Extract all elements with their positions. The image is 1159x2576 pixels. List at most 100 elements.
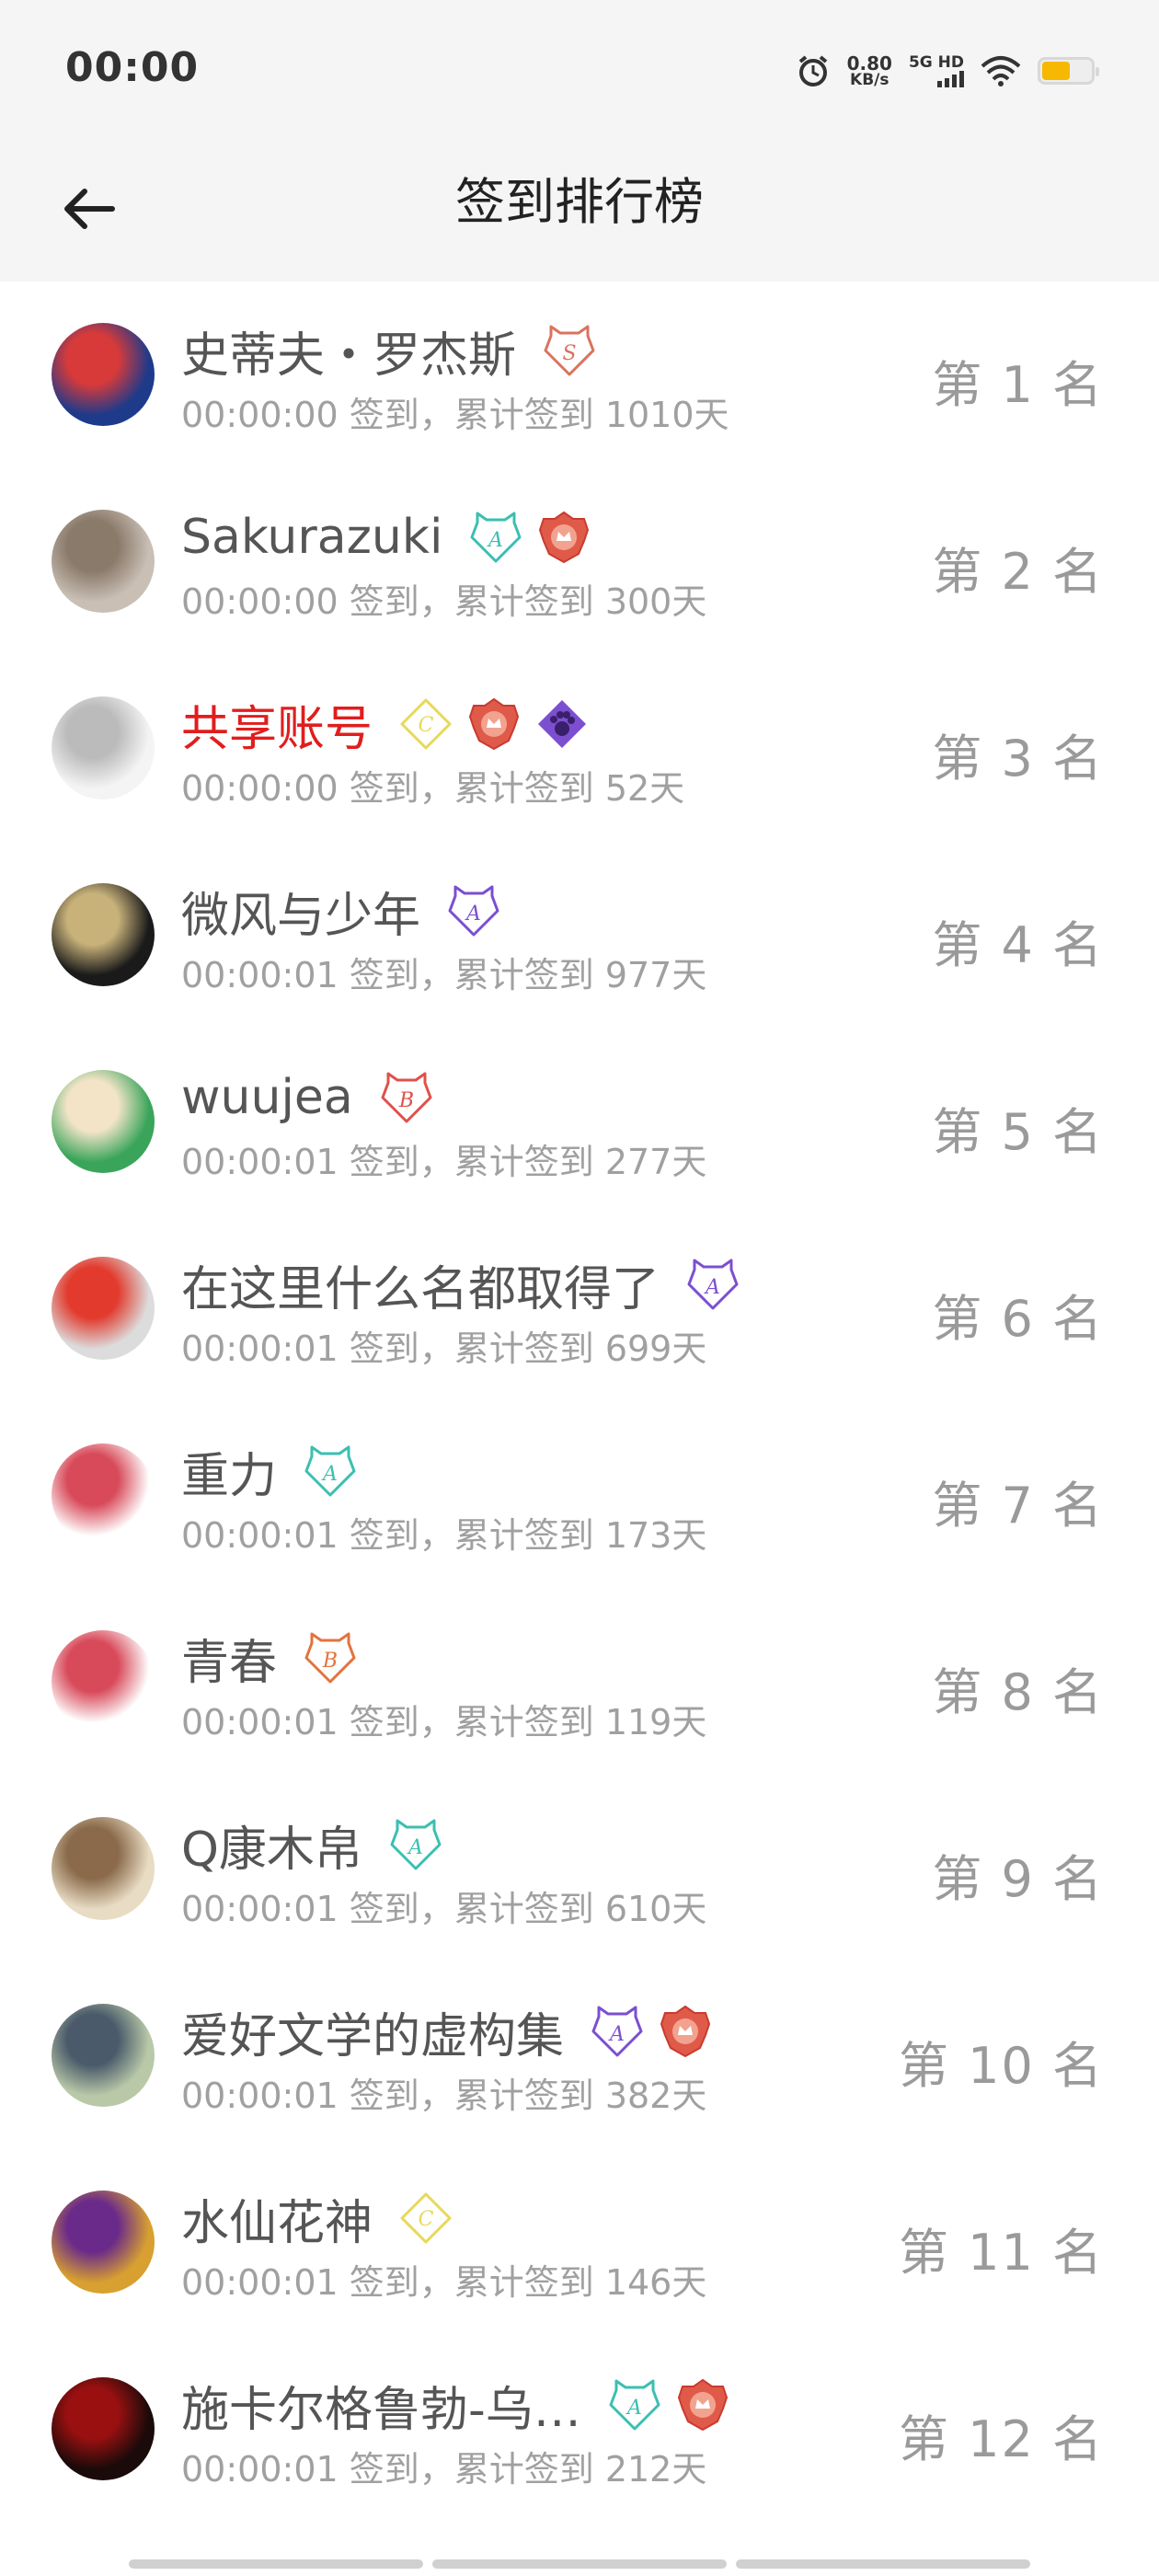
name-line: 重力 A xyxy=(181,1437,358,1506)
user-name[interactable]: 史蒂夫・罗杰斯 xyxy=(181,316,516,385)
avatar[interactable] xyxy=(52,1070,155,1173)
user-name[interactable]: 在这里什么名都取得了 xyxy=(181,1250,660,1319)
name-line: wuujea B xyxy=(181,1065,434,1130)
user-name[interactable]: Q康木帛 xyxy=(181,1811,362,1880)
network-indicator: 5G HD xyxy=(909,54,964,87)
name-line: 史蒂夫・罗杰斯 S xyxy=(181,316,597,385)
avatar[interactable] xyxy=(52,1443,155,1547)
crown-medal-icon xyxy=(468,697,520,751)
avatar[interactable] xyxy=(52,883,155,986)
rank-label: 第 10 名 xyxy=(898,2037,1104,2095)
wifi-icon xyxy=(981,56,1021,86)
level-a-badge-icon: A xyxy=(470,512,522,563)
user-name[interactable]: 微风与少年 xyxy=(181,877,420,946)
badge-group: S xyxy=(542,323,597,378)
status-time: 00:00 xyxy=(65,44,200,91)
checkin-info: 00:00:01 签到，累计签到 382天 xyxy=(181,2076,707,2116)
name-line: Q康木帛 A xyxy=(181,1811,443,1880)
name-line: 水仙花神 C xyxy=(181,2184,453,2253)
badge-group: B xyxy=(303,1630,358,1685)
ranking-row[interactable]: 微风与少年 A 00:00:01 签到，累计签到 977天 第 4 名 xyxy=(0,842,1159,1029)
checkin-info: 00:00:00 签到，累计签到 52天 xyxy=(181,768,685,809)
name-line: 共享账号 C xyxy=(181,690,590,759)
svg-text:A: A xyxy=(625,2397,642,2420)
ranking-row[interactable]: wuujea B 00:00:01 签到，累计签到 277天 第 5 名 xyxy=(0,1029,1159,1215)
avatar[interactable] xyxy=(52,2191,155,2294)
rank-label: 第 6 名 xyxy=(932,1290,1104,1348)
crown-medal-icon xyxy=(660,2005,711,2058)
avatar[interactable] xyxy=(52,510,155,613)
system-icons: 0.80 KB/s 5G HD xyxy=(796,48,1099,94)
alarm-icon xyxy=(798,55,827,86)
status-bar: 00:00 0.80 KB/s 5G HD xyxy=(0,0,1159,142)
checkin-info: 00:00:01 签到，累计签到 277天 xyxy=(181,1142,707,1182)
avatar[interactable] xyxy=(52,2004,155,2107)
rank-label: 第 12 名 xyxy=(898,2410,1104,2468)
ranking-row[interactable]: 共享账号 C 00:00:00 签到，累计签到 52天 第 3 名 xyxy=(0,655,1159,842)
ranking-row[interactable]: Sakurazuki A 00:00:00 签到，累计签到 300天 第 2 名 xyxy=(0,468,1159,655)
badge-group: A xyxy=(607,2377,730,2432)
speed-value: 0.80 xyxy=(846,52,892,75)
svg-text:A: A xyxy=(487,529,503,552)
user-name[interactable]: 青春 xyxy=(181,1624,277,1693)
ranking-list: 史蒂夫・罗杰斯 S 00:00:00 签到，累计签到 1010天 第 1 名 Saku… xyxy=(0,282,1159,2523)
rank-label: 第 5 名 xyxy=(932,1103,1104,1161)
checkin-info: 00:00:00 签到，累计签到 1010天 xyxy=(181,395,729,435)
avatar[interactable] xyxy=(52,696,155,799)
avatar[interactable] xyxy=(52,1257,155,1360)
user-name[interactable]: wuujea xyxy=(181,1070,353,1125)
ranking-row[interactable]: 重力 A 00:00:01 签到，累计签到 173天 第 7 名 xyxy=(0,1402,1159,1589)
user-name[interactable]: 水仙花神 xyxy=(181,2184,373,2253)
rank-label: 第 7 名 xyxy=(932,1477,1104,1535)
checkin-info: 00:00:01 签到，累计签到 977天 xyxy=(181,955,707,995)
svg-text:A: A xyxy=(321,1463,338,1486)
user-name[interactable]: 爱好文学的虚构集 xyxy=(181,1997,564,2066)
svg-text:A: A xyxy=(704,1276,720,1299)
user-name[interactable]: 重力 xyxy=(181,1437,277,1506)
svg-text:S: S xyxy=(562,342,576,365)
ranking-row[interactable]: Q康木帛 A 00:00:01 签到，累计签到 610天 第 9 名 xyxy=(0,1776,1159,1962)
badge-group: A xyxy=(685,1257,740,1312)
level-a-badge-icon: A xyxy=(448,885,499,937)
checkin-info: 00:00:00 签到，累计签到 300天 xyxy=(181,581,707,622)
user-name[interactable]: Sakurazuki xyxy=(181,510,442,565)
user-name[interactable]: 施卡尔格鲁勃-乌… xyxy=(181,2371,581,2440)
rank-label: 第 4 名 xyxy=(932,916,1104,974)
ranking-row[interactable]: 在这里什么名都取得了 A 00:00:01 签到，累计签到 699天 第 6 名 xyxy=(0,1215,1159,1402)
ranking-row[interactable]: 施卡尔格鲁勃-乌… A 00:00:01 签到，累计签到 212天 第 12 名 xyxy=(0,2336,1159,2523)
badge-group: A xyxy=(303,1443,358,1499)
crown-medal-icon xyxy=(539,511,590,564)
avatar[interactable] xyxy=(52,2377,155,2480)
badge-group: B xyxy=(379,1070,434,1125)
avatar[interactable] xyxy=(52,323,155,426)
rank-label: 第 9 名 xyxy=(932,1850,1104,1908)
level-b-badge-icon: B xyxy=(381,1072,432,1123)
badge-group: A xyxy=(446,883,501,938)
ranking-row[interactable]: 爱好文学的虚构集 A 00:00:01 签到，累计签到 382天 第 10 名 xyxy=(0,1962,1159,2149)
level-a-badge-icon: A xyxy=(687,1259,739,1310)
user-name[interactable]: 共享账号 xyxy=(181,690,373,759)
top-bar: 签到排行榜 xyxy=(0,142,1159,282)
network-speed: 0.80 KB/s xyxy=(847,54,892,88)
svg-text:C: C xyxy=(419,2208,434,2231)
ranking-row[interactable]: 水仙花神 C 00:00:01 签到，累计签到 146天 第 11 名 xyxy=(0,2149,1159,2336)
badge-group: C xyxy=(398,2191,453,2246)
avatar[interactable] xyxy=(52,1817,155,1920)
avatar[interactable] xyxy=(52,1630,155,1733)
checkin-info: 00:00:01 签到，累计签到 173天 xyxy=(181,1515,707,1556)
level-a-badge-icon: A xyxy=(390,1819,442,1870)
ranking-row[interactable]: 史蒂夫・罗杰斯 S 00:00:00 签到，累计签到 1010天 第 1 名 xyxy=(0,282,1159,468)
name-line: 青春 B xyxy=(181,1624,358,1693)
level-b-badge-icon: B xyxy=(304,1632,356,1684)
level-a-badge-icon: A xyxy=(609,2379,660,2431)
svg-text:B: B xyxy=(322,1650,338,1673)
battery-icon xyxy=(1038,57,1099,85)
name-line: 爱好文学的虚构集 A xyxy=(181,1999,713,2064)
crown-medal-icon xyxy=(677,2378,728,2432)
svg-text:B: B xyxy=(398,1089,414,1112)
ranking-row[interactable]: 青春 B 00:00:01 签到，累计签到 119天 第 8 名 xyxy=(0,1589,1159,1776)
checkin-info: 00:00:01 签到，累计签到 699天 xyxy=(181,1328,707,1369)
level-c-badge-icon: C xyxy=(400,698,452,750)
svg-text:A: A xyxy=(407,1836,423,1859)
checkin-info: 00:00:01 签到，累计签到 119天 xyxy=(181,1702,707,1742)
